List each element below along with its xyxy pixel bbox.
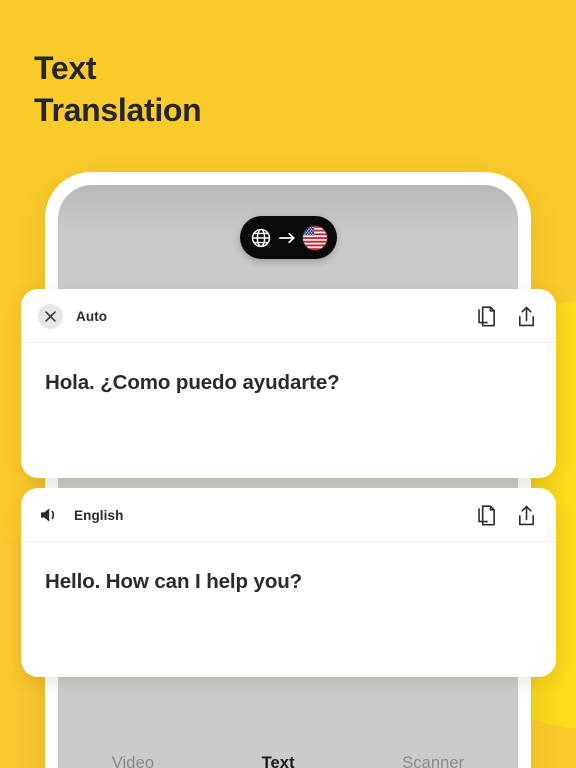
copy-icon[interactable]	[476, 305, 497, 328]
source-card-body: Hola. ¿Como puedo ayudarte?	[21, 343, 556, 396]
share-icon[interactable]	[516, 305, 537, 328]
close-icon	[45, 310, 56, 322]
tab-text[interactable]: Text	[252, 750, 305, 768]
source-text-card: Auto Hola. ¿Como puedo ayudarte?	[21, 289, 556, 478]
app-screenshot: Text Translation Video Text Scanner Auto…	[0, 0, 576, 768]
bottom-tab-bar[interactable]: Video Text Scanner	[58, 734, 518, 768]
source-card-header: Auto	[21, 289, 556, 343]
tab-scanner[interactable]: Scanner	[392, 750, 474, 768]
source-text[interactable]: Hola. ¿Como puedo ayudarte?	[45, 369, 532, 396]
target-card-actions	[476, 504, 537, 527]
share-icon[interactable]	[516, 504, 537, 527]
page-title-line-2: Translation	[34, 92, 202, 128]
page-title-line-1: Text	[34, 50, 97, 86]
close-button[interactable]	[38, 303, 63, 329]
us-flag-icon	[303, 225, 327, 250]
language-direction-pill[interactable]	[240, 216, 337, 259]
page-title: Text Translation	[34, 47, 202, 131]
target-card-header: English	[21, 488, 556, 542]
source-language-label[interactable]: Auto	[76, 309, 107, 324]
speaker-icon[interactable]	[39, 506, 61, 524]
copy-icon[interactable]	[476, 504, 497, 527]
target-text-card: English Hello. How can I help you?	[21, 488, 556, 677]
source-card-actions	[476, 305, 537, 328]
tab-video[interactable]: Video	[102, 750, 164, 768]
target-card-body: Hello. How can I help you?	[21, 542, 556, 595]
target-text[interactable]: Hello. How can I help you?	[45, 568, 532, 595]
arrow-right-icon	[279, 232, 295, 243]
target-language-label[interactable]: English	[74, 508, 123, 523]
globe-icon	[251, 228, 271, 247]
